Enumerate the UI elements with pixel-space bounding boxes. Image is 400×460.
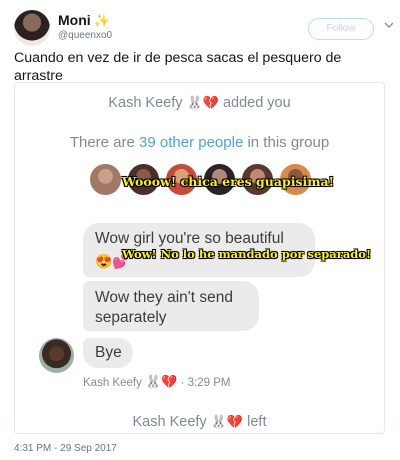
tweet-timestamp[interactable]: 4:31 PM - 29 Sep 2017 (14, 443, 117, 454)
tweet-text: Cuando en vez de ir de pesca sacas el pe… (14, 50, 342, 84)
added-text: added you (222, 95, 291, 111)
display-name-text: Moni (58, 12, 91, 28)
system-added-message: Kash Keefy 🐰💔 added you (15, 95, 384, 111)
left-text: left (247, 414, 267, 430)
meme-caption: Wow! No lo he mandado por separado! (122, 247, 372, 261)
broken-heart-icon: 💔 (226, 414, 244, 429)
user-avatar[interactable] (14, 10, 50, 46)
user-handle[interactable]: @queenxo0 (58, 30, 112, 41)
broken-heart-icon: 💔 (161, 374, 178, 389)
meta-sender-name: Kash Keefy (83, 377, 142, 389)
message-bubble[interactable]: Wow they ain't send separately (83, 281, 259, 331)
chevron-down-icon[interactable] (384, 20, 396, 34)
message-text: Bye (95, 344, 122, 361)
other-people-link[interactable]: 39 other people (139, 134, 243, 151)
message-text: Wow they ain't send separately (95, 289, 233, 326)
member-avatar[interactable] (89, 163, 122, 196)
bunny-icon: 🐰 (186, 95, 203, 110)
message-bubble[interactable]: Bye (83, 338, 133, 368)
sender-avatar[interactable] (39, 338, 74, 373)
display-name[interactable]: Moni ✨ (58, 12, 110, 29)
message-text: Wow girl you're so beautiful (95, 230, 284, 247)
group-count-message: There are 39 other people in this group (15, 134, 384, 151)
sender-name: Kash Keefy (108, 95, 183, 111)
meta-time: 3:29 PM (187, 377, 231, 389)
follow-button[interactable]: Follow (308, 18, 374, 40)
sender-name: Kash Keefy (132, 414, 207, 430)
bunny-icon: 🐰 (145, 374, 162, 389)
broken-heart-icon: 💔 (202, 95, 219, 110)
sparkles-icon: ✨ (93, 13, 110, 28)
message-meta: Kash Keefy 🐰💔 · 3:29 PM (83, 374, 231, 389)
count-prefix: There are (69, 134, 135, 151)
system-left-message: Kash Keefy 🐰💔 left (15, 414, 384, 430)
tweet-header: Moni ✨ @queenxo0 Follow (14, 10, 394, 46)
meme-caption: Wooow! chica eres guapisima! (122, 174, 335, 189)
bunny-icon: 🐰 (210, 414, 227, 429)
count-suffix: in this group (247, 134, 330, 151)
